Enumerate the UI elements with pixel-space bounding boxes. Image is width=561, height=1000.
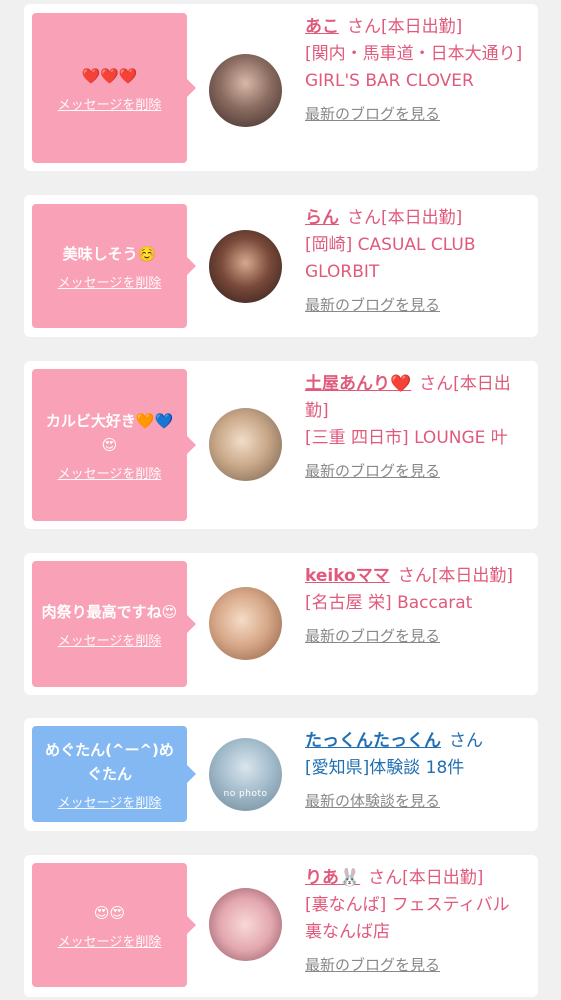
profile-info: たっくんたっくん さん [愛知県]体験談 18件 最新の体験談を見る xyxy=(305,728,527,815)
message-card: 😍😍 メッセージを削除 りあ🐰 さん[本日出勤] [裏なんば] フェスティバル 裏… xyxy=(24,855,538,997)
latest-review-link[interactable]: 最新の体験談を見る xyxy=(305,788,527,815)
message-bubble: めぐたん(^ー^)めぐたん メッセージを削除 xyxy=(32,726,196,822)
shop-link[interactable]: [裏なんば] フェスティバル 裏なんば店 xyxy=(305,892,527,946)
status-text: さん[本日出勤] xyxy=(397,566,513,586)
avatar[interactable] xyxy=(209,408,282,481)
message-bubble: ❤️❤️❤️ メッセージを削除 xyxy=(32,13,196,163)
latest-blog-link[interactable]: 最新のブログを見る xyxy=(305,623,527,650)
avatar[interactable]: no photo xyxy=(209,738,282,811)
profile-info: あこ さん[本日出勤] [関内・馬車道・日本大通り] GIRL'S BAR CLO… xyxy=(305,14,527,128)
status-text: さん[本日出勤] xyxy=(347,208,463,228)
message-bubble: 😍😍 メッセージを削除 xyxy=(32,863,196,987)
profile-name-link[interactable]: りあ🐰 xyxy=(305,868,360,888)
shop-link[interactable]: [名古屋 栄] Baccarat xyxy=(305,590,527,617)
no-photo-icon: no photo xyxy=(223,789,268,799)
avatar[interactable] xyxy=(209,888,282,961)
profile-name-link[interactable]: たっくんたっくん xyxy=(305,731,441,751)
message-text: 😍😍 xyxy=(93,903,126,922)
message-text: 美味しそう☺️ xyxy=(62,244,157,263)
message-text: ❤️❤️❤️ xyxy=(81,66,138,85)
delete-message-link[interactable]: メッセージを削除 xyxy=(58,792,162,811)
shop-link[interactable]: [岡崎] CASUAL CLUB GLORBIT xyxy=(305,232,527,286)
message-card: ❤️❤️❤️ メッセージを削除 あこ さん[本日出勤] [関内・馬車道・日本大通り… xyxy=(24,4,538,171)
message-text: めぐたん(^ー^)めぐたん xyxy=(45,740,174,783)
delete-message-link[interactable]: メッセージを削除 xyxy=(58,272,162,291)
profile-info: 土屋あんり❤️ さん[本日出勤] [三重 四日市] LOUNGE 叶 最新のブログ… xyxy=(305,371,527,485)
avatar[interactable] xyxy=(209,587,282,660)
avatar[interactable] xyxy=(209,230,282,303)
message-bubble: 肉祭り最高ですね😍 メッセージを削除 xyxy=(32,561,196,687)
delete-message-link[interactable]: メッセージを削除 xyxy=(58,931,162,950)
latest-blog-link[interactable]: 最新のブログを見る xyxy=(305,458,527,485)
profile-info: らん さん[本日出勤] [岡崎] CASUAL CLUB GLORBIT 最新のブ… xyxy=(305,205,527,319)
shop-link[interactable]: [三重 四日市] LOUNGE 叶 xyxy=(305,425,527,452)
profile-name-link[interactable]: らん xyxy=(305,208,339,228)
latest-blog-link[interactable]: 最新のブログを見る xyxy=(305,292,527,319)
message-card: カルビ大好き🧡💙😍 メッセージを削除 土屋あんり❤️ さん[本日出勤] [三重 四… xyxy=(24,361,538,529)
status-text: さん[本日出勤] xyxy=(347,17,463,37)
message-bubble: 美味しそう☺️ メッセージを削除 xyxy=(32,204,196,328)
profile-info: りあ🐰 さん[本日出勤] [裏なんば] フェスティバル 裏なんば店 最新のブログを… xyxy=(305,865,527,979)
latest-blog-link[interactable]: 最新のブログを見る xyxy=(305,952,527,979)
status-text: さん[本日出勤] xyxy=(368,868,484,888)
delete-message-link[interactable]: メッセージを削除 xyxy=(58,94,162,113)
profile-info: keikoママ さん[本日出勤] [名古屋 栄] Baccarat 最新のブログを… xyxy=(305,563,527,650)
status-text: さん xyxy=(449,731,483,751)
message-card: めぐたん(^ー^)めぐたん メッセージを削除 no photo たっくんたっくん… xyxy=(24,718,538,831)
delete-message-link[interactable]: メッセージを削除 xyxy=(58,463,162,482)
message-card: 美味しそう☺️ メッセージを削除 らん さん[本日出勤] [岡崎] CASUAL … xyxy=(24,195,538,337)
message-card: 肉祭り最高ですね😍 メッセージを削除 keikoママ さん[本日出勤] [名古屋 … xyxy=(24,553,538,695)
profile-name-link[interactable]: keikoママ xyxy=(305,566,390,586)
profile-name-link[interactable]: 土屋あんり❤️ xyxy=(305,374,411,394)
profile-name-link[interactable]: あこ xyxy=(305,17,339,37)
message-text: 肉祭り最高ですね😍 xyxy=(41,602,178,621)
message-bubble: カルビ大好き🧡💙😍 メッセージを削除 xyxy=(32,369,196,521)
shop-link[interactable]: [関内・馬車道・日本大通り] GIRL'S BAR CLOVER xyxy=(305,41,527,95)
latest-blog-link[interactable]: 最新のブログを見る xyxy=(305,101,527,128)
delete-message-link[interactable]: メッセージを削除 xyxy=(58,630,162,649)
avatar[interactable] xyxy=(209,54,282,127)
review-count-link[interactable]: [愛知県]体験談 18件 xyxy=(305,755,527,782)
message-text: カルビ大好き🧡💙😍 xyxy=(45,411,174,454)
